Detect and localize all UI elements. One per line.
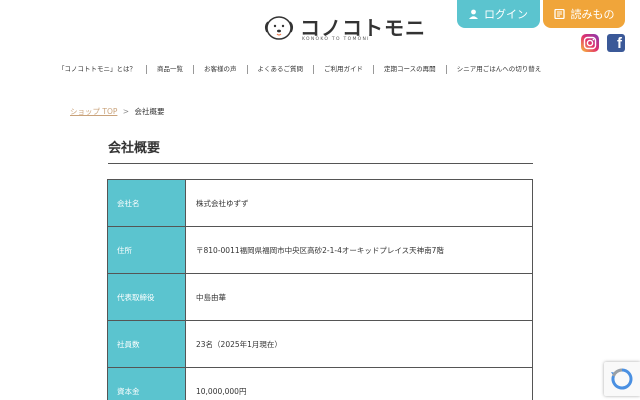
recaptcha-badge[interactable] [604,362,640,396]
book-icon [553,9,565,19]
instagram-icon[interactable] [581,34,599,52]
table-row: 代表取締役 中島由華 [107,273,533,321]
table-row: 資本金 10,000,000円 [107,367,533,400]
site-logo[interactable]: コノコトモニ KONOKO TO TOMONI [262,10,425,46]
breadcrumb-current: 会社概要 [134,107,165,116]
breadcrumb: ショップ TOP > 会社概要 [70,106,164,117]
nav-item-resume[interactable]: 定期コースの再開 [373,64,446,74]
row-value: 〒810-0011福岡県福岡市中央区高砂2-1-4オーキッドプレイス天神南7階 [185,226,533,274]
main-nav: 「コノコトトモニ」とは？ 商品一覧 お客様の声 よくあるご質問 ご利用ガイド 定… [48,62,596,76]
read-button[interactable]: 読みもの [543,0,625,28]
row-label: 住所 [107,226,186,274]
table-row: 住所 〒810-0011福岡県福岡市中央区高砂2-1-4オーキッドプレイス天神南… [107,226,533,274]
facebook-icon[interactable]: f [607,34,625,52]
row-value: 23名（2025年1月現在） [185,320,533,368]
row-value: 10,000,000円 [185,367,533,400]
recaptcha-icon [611,368,633,390]
nav-item-products[interactable]: 商品一覧 [146,64,193,74]
nav-item-senior[interactable]: シニア用ごはんへの切り替え [445,64,552,74]
login-button[interactable]: ログイン [457,0,540,28]
nav-item-faq[interactable]: よくあるご質問 [246,64,314,74]
instagram-glyph [583,36,597,50]
row-label: 代表取締役 [107,273,186,321]
page-title: 会社概要 [108,137,533,164]
breadcrumb-shop-top-link[interactable]: ショップ TOP [70,107,117,116]
logo-ruby: KONOKO TO TOMONI [302,37,370,42]
row-value: 株式会社ゆずず [185,179,533,227]
nav-item-reviews[interactable]: お客様の声 [193,64,247,74]
company-info-table: 会社名 株式会社ゆずず 住所 〒810-0011福岡県福岡市中央区高砂2-1-4… [107,179,533,400]
row-label: 社員数 [107,320,186,368]
table-row: 会社名 株式会社ゆずず [107,179,533,227]
row-value: 中島由華 [185,273,533,321]
dog-face-icon [264,16,294,40]
table-row: 社員数 23名（2025年1月現在） [107,320,533,368]
login-label: ログイン [484,8,528,21]
nav-item-guide[interactable]: ご利用ガイド [313,64,373,74]
row-label: 会社名 [107,179,186,227]
breadcrumb-separator: > [122,107,130,116]
user-icon [469,9,478,19]
read-label: 読みもの [570,8,615,21]
row-label: 資本金 [107,367,186,400]
nav-item-about[interactable]: 「コノコトトモニ」とは？ [48,65,146,74]
